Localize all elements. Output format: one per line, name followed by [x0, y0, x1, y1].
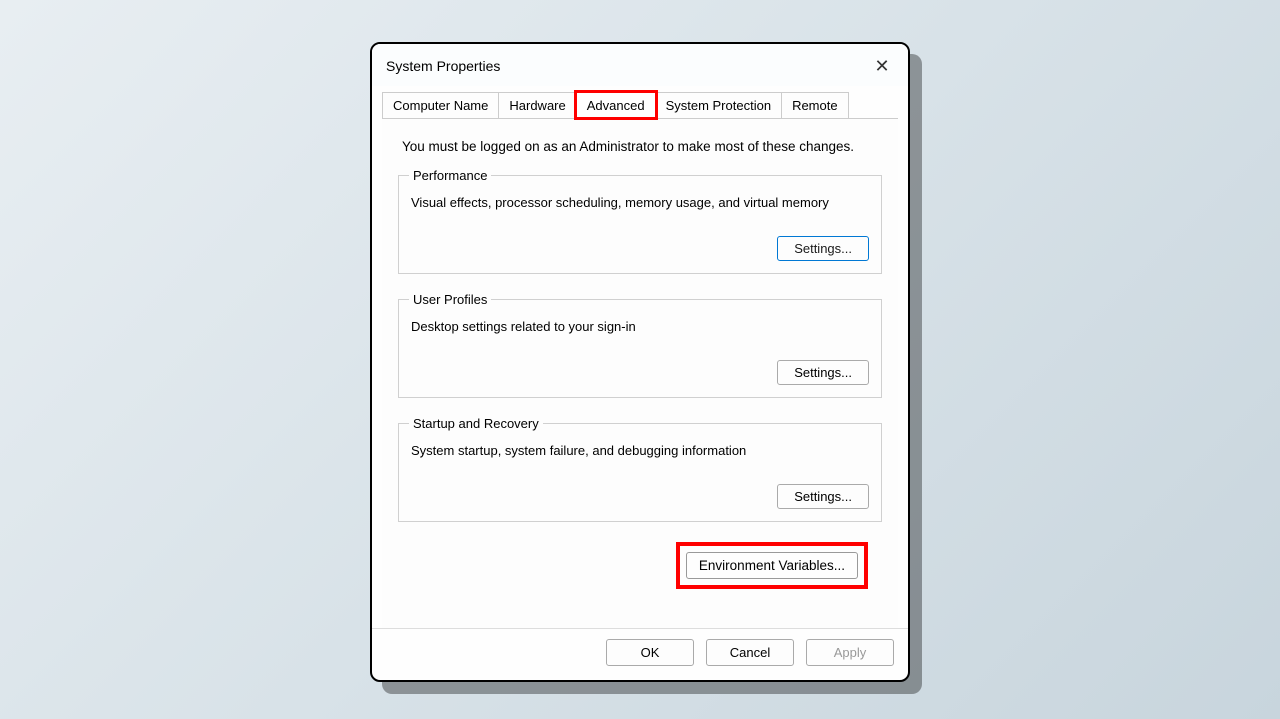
user-profiles-group: User Profiles Desktop settings related t… — [398, 292, 882, 398]
tab-system-protection[interactable]: System Protection — [655, 92, 783, 118]
env-row: Environment Variables... — [398, 540, 882, 595]
performance-desc: Visual effects, processor scheduling, me… — [411, 195, 869, 210]
user-profiles-legend: User Profiles — [409, 292, 491, 307]
window-title: System Properties — [386, 58, 500, 74]
close-icon: ✕ — [874, 56, 889, 77]
apply-button[interactable]: Apply — [806, 639, 894, 666]
user-profiles-desc: Desktop settings related to your sign-in — [411, 319, 869, 334]
tab-advanced[interactable]: Advanced — [576, 92, 656, 118]
tab-strip: Computer Name Hardware Advanced System P… — [372, 86, 908, 118]
tab-computer-name[interactable]: Computer Name — [382, 92, 499, 118]
tab-remote[interactable]: Remote — [781, 92, 849, 118]
performance-legend: Performance — [409, 168, 491, 183]
tab-content: You must be logged on as an Administrato… — [382, 118, 898, 628]
startup-recovery-group: Startup and Recovery System startup, sys… — [398, 416, 882, 522]
dialog-footer: OK Cancel Apply — [372, 628, 908, 680]
startup-recovery-legend: Startup and Recovery — [409, 416, 543, 431]
titlebar: System Properties ✕ — [372, 44, 908, 86]
ok-button[interactable]: OK — [606, 639, 694, 666]
admin-notice: You must be logged on as an Administrato… — [402, 139, 882, 154]
system-properties-window: System Properties ✕ Computer Name Hardwa… — [370, 42, 910, 682]
env-highlight: Environment Variables... — [676, 542, 868, 589]
close-button[interactable]: ✕ — [868, 52, 896, 80]
environment-variables-button[interactable]: Environment Variables... — [686, 552, 858, 579]
performance-settings-button[interactable]: Settings... — [777, 236, 869, 261]
startup-recovery-desc: System startup, system failure, and debu… — [411, 443, 869, 458]
performance-group: Performance Visual effects, processor sc… — [398, 168, 882, 274]
user-profiles-settings-button[interactable]: Settings... — [777, 360, 869, 385]
tab-hardware[interactable]: Hardware — [498, 92, 576, 118]
cancel-button[interactable]: Cancel — [706, 639, 794, 666]
startup-recovery-settings-button[interactable]: Settings... — [777, 484, 869, 509]
